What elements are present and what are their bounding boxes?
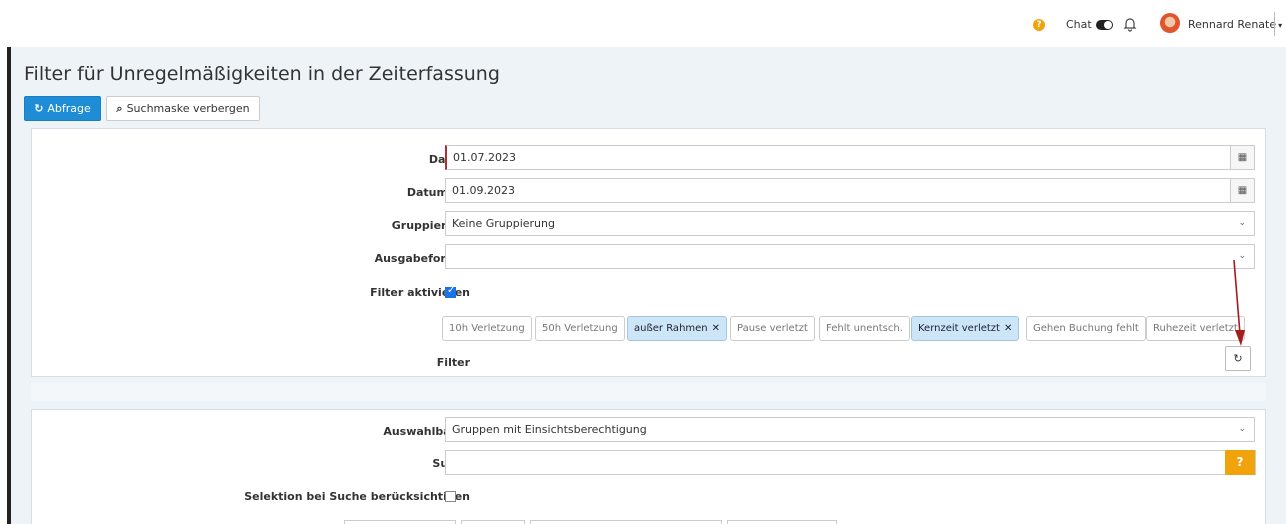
tab-stub[interactable]	[530, 520, 722, 524]
date-to-field[interactable]: 01.09.2023 ▦	[445, 178, 1255, 203]
selection-tree-select[interactable]: Gruppen mit Einsichtsberechtigung ⌄	[445, 417, 1255, 442]
remove-icon[interactable]: ✕	[1004, 323, 1012, 334]
bell-icon[interactable]	[1123, 16, 1137, 32]
chip-label: Fehlt unentsch.	[826, 323, 903, 334]
help-circle-icon[interactable]: ?	[1033, 19, 1045, 31]
chip-core-time-violated[interactable]: Kernzeit verletzt ✕	[911, 316, 1020, 341]
annotation-arrow	[1233, 259, 1245, 346]
date-value: 01.07.2023	[453, 151, 516, 164]
refresh-icon: ↻	[34, 102, 44, 115]
query-button-label: Abfrage	[47, 102, 91, 115]
chip-leave-booking-missing[interactable]: Gehen Buchung fehlt	[1026, 316, 1146, 341]
consider-selection-label: Selektion bei Suche berücksichtigen	[244, 490, 470, 503]
user-caret-icon: ▾	[1278, 21, 1283, 30]
chip-50h-violation[interactable]: 50h Verletzung	[535, 316, 625, 341]
chip-absent-unexcused[interactable]: Fehlt unentsch.	[819, 316, 910, 341]
date-field[interactable]: 01.07.2023 ▦	[445, 145, 1255, 170]
search-help-button[interactable]: ?	[1225, 450, 1255, 475]
search-input[interactable]: ?	[445, 450, 1256, 475]
query-button[interactable]: ↻ Abfrage	[24, 96, 101, 121]
chat-toggle[interactable]	[1096, 20, 1113, 30]
page-title: Filter für Unregelmäßigkeiten in der Zei…	[24, 63, 500, 85]
avatar[interactable]	[1160, 13, 1180, 33]
chevron-down-icon: ⌄	[1238, 424, 1246, 434]
chip-label: Kernzeit verletzt	[918, 323, 1000, 334]
filter-label: Filter	[436, 356, 470, 369]
output-format-select[interactable]: ⌄	[445, 244, 1255, 269]
panel-gap	[31, 383, 1266, 401]
chip-outside-range[interactable]: außer Rahmen ✕	[627, 316, 728, 341]
zoom-icon: ⌕	[116, 102, 123, 115]
chip-label: Gehen Buchung fehlt	[1033, 323, 1139, 334]
tab-stub[interactable]	[344, 520, 456, 524]
selection-tree-value: Gruppen mit Einsichtsberechtigung	[452, 423, 647, 436]
top-bar: ? Chat Rennard Renate ▾	[0, 0, 1286, 47]
chip-label: 50h Verletzung	[542, 323, 618, 334]
chevron-down-icon: ⌄	[1238, 218, 1246, 228]
calendar-icon[interactable]: ▦	[1230, 146, 1254, 169]
calendar-icon[interactable]: ▦	[1230, 179, 1254, 202]
chip-break-violated[interactable]: Pause verletzt	[730, 316, 815, 341]
user-menu[interactable]: Rennard Renate ▾	[1188, 18, 1282, 31]
hide-search-mask-label: Suchmaske verbergen	[126, 102, 250, 115]
chip-label: 10h Verletzung	[449, 323, 525, 334]
grouping-value: Keine Gruppierung	[452, 217, 555, 230]
filter-active-checkbox[interactable]	[445, 285, 456, 298]
divider	[1274, 12, 1275, 36]
chat-label[interactable]: Chat	[1066, 18, 1092, 31]
chip-10h-violation[interactable]: 10h Verletzung	[442, 316, 532, 341]
hide-search-mask-button[interactable]: ⌕ Suchmaske verbergen	[106, 96, 260, 121]
grouping-select[interactable]: Keine Gruppierung ⌄	[445, 211, 1255, 236]
date-to-value: 01.09.2023	[452, 184, 515, 197]
chip-label: Pause verletzt	[737, 323, 808, 334]
refresh-icon: ↻	[1233, 352, 1243, 365]
chip-label: außer Rahmen	[634, 323, 708, 334]
consider-selection-checkbox[interactable]	[445, 491, 456, 502]
remove-icon[interactable]: ✕	[712, 323, 720, 334]
tab-stub[interactable]	[461, 520, 525, 524]
user-name: Rennard Renate	[1188, 18, 1277, 31]
tab-stub[interactable]	[727, 520, 837, 524]
